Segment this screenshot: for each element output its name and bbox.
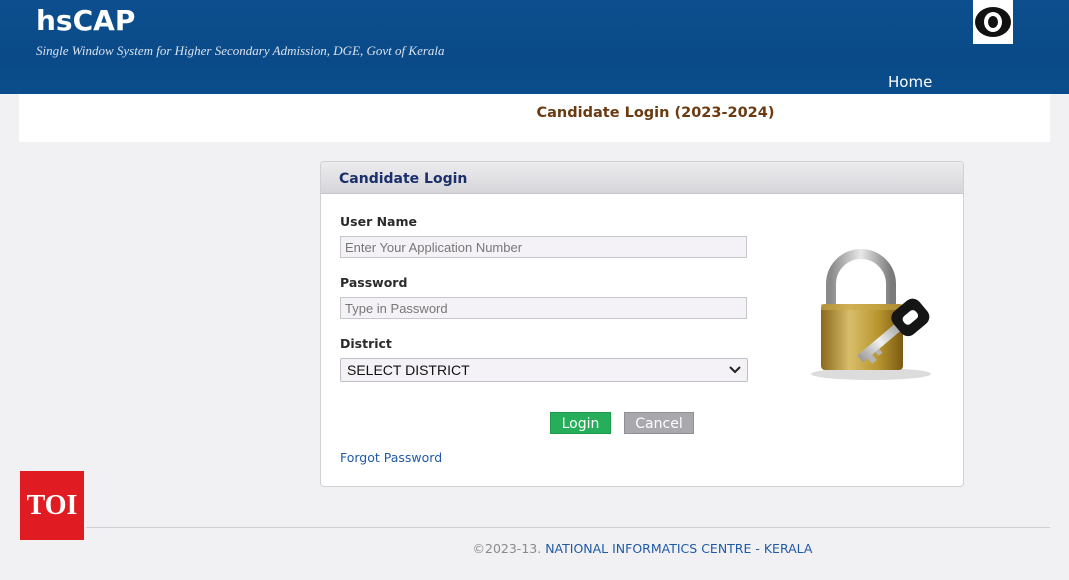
login-button[interactable]: Login [550, 412, 611, 434]
username-label: User Name [340, 214, 417, 229]
login-panel-header: Candidate Login [321, 162, 963, 194]
password-label: Password [340, 275, 408, 290]
username-input[interactable] [340, 236, 747, 258]
footer: ©2023-13. NATIONAL INFORMATICS CENTRE - … [0, 541, 1069, 556]
site-subtitle: Single Window System for Higher Secondar… [36, 43, 445, 58]
footer-org-link[interactable]: NATIONAL INFORMATICS CENTRE - KERALA [545, 541, 812, 556]
cancel-button[interactable]: Cancel [624, 412, 694, 434]
padlock-key-icon [811, 249, 931, 380]
footer-copyright: ©2023-13. [472, 541, 542, 556]
page-title: Candidate Login (2023-2024) [536, 105, 775, 121]
login-panel: Candidate Login User Name Password Distr… [320, 161, 964, 487]
accessibility-button[interactable] [973, 0, 1013, 44]
nav-home-link[interactable]: Home [888, 73, 932, 91]
forgot-password-link[interactable]: Forgot Password [340, 450, 442, 465]
district-label: District [340, 336, 392, 351]
site-header: hsCAP Single Window System for Higher Se… [0, 0, 1069, 94]
password-input[interactable] [340, 297, 747, 319]
footer-divider [86, 527, 1050, 528]
toi-logo-badge: TOI [20, 471, 84, 540]
site-title: hsCAP [36, 4, 136, 37]
district-select[interactable]: SELECT DISTRICT [340, 358, 748, 382]
chevron-down-icon [729, 366, 741, 374]
page-title-band: Candidate Login (2023-2024) [19, 94, 1050, 142]
eye-icon [975, 7, 1011, 37]
district-selected-value: SELECT DISTRICT [347, 362, 470, 378]
login-panel-title: Candidate Login [339, 171, 468, 187]
